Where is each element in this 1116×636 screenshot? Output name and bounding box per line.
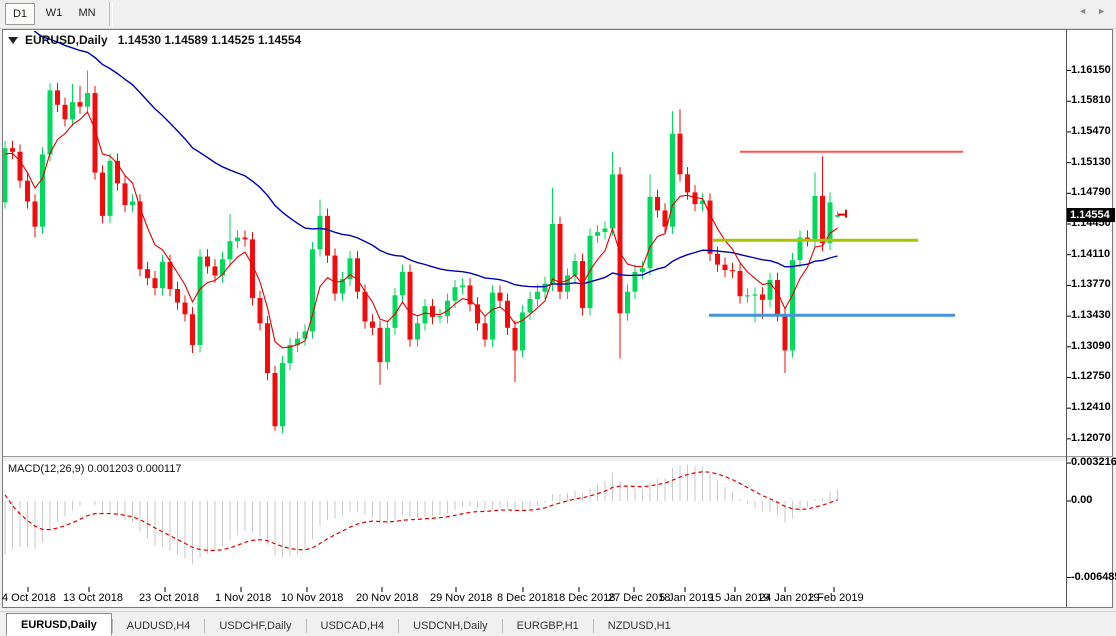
chart-tab-eurusd[interactable]: EURUSD,Daily	[6, 613, 112, 636]
chart-tab-usdcad[interactable]: USDCAD,H4	[307, 616, 399, 636]
price-axis-label: 1.12070	[1071, 431, 1111, 444]
price-axis-label: 1.13090	[1071, 339, 1111, 352]
tab-scroll-left-icon[interactable]: ◄	[1078, 6, 1087, 16]
chart-window	[2, 29, 1113, 608]
price-axis-label: 1.12750	[1071, 370, 1111, 383]
price-axis-label: 1.13430	[1071, 309, 1111, 322]
price-axis-label: 1.12410	[1071, 401, 1111, 414]
date-axis-label: 18 Dec 2018	[553, 592, 616, 604]
price-axis-label: 1.16150	[1071, 63, 1111, 76]
macd-axis-label: 0.003216	[1071, 456, 1116, 469]
date-axis-label: 1 Nov 2018	[215, 592, 272, 604]
date-axis-label: 2 Feb 2019	[808, 592, 864, 604]
ohlc-values: 1.14530 1.14589 1.14525 1.14554	[117, 33, 302, 47]
timeframe-buttons: D1 W1 MN	[0, 3, 101, 25]
price-axis-label: 1.14110	[1071, 247, 1111, 260]
date-axis-label: 23 Oct 2018	[139, 592, 199, 604]
price-axis-label: 1.15810	[1071, 94, 1111, 107]
date-axis-label: 5 Jan 2019	[659, 592, 714, 604]
date-axis-label: 10 Nov 2018	[281, 592, 344, 604]
chart-tab-audusd[interactable]: AUDUSD,H4	[113, 616, 205, 636]
symbol-label: EURUSD,Daily	[25, 33, 108, 47]
tabs-holder: EURUSD,Daily AUDUSD,H4 USDCHF,Daily USDCAD,…	[0, 613, 685, 636]
pane-splitter[interactable]	[3, 456, 1113, 462]
chart-tab-nzdusd[interactable]: NZDUSD,H1	[594, 616, 685, 636]
price-axis-label: 1.13770	[1071, 278, 1111, 291]
macd-indicator-label: MACD(12,26,9) 0.001203 0.000117	[8, 463, 182, 475]
toolbar-separator	[109, 2, 113, 26]
timeframe-button-w1[interactable]: W1	[40, 3, 68, 23]
date-axis-label: 4 Oct 2018	[2, 592, 56, 604]
price-axis-label: 1.15470	[1071, 124, 1111, 137]
timeframe-button-d1[interactable]: D1	[5, 3, 35, 25]
tab-scroll-right-icon[interactable]: ►	[1097, 6, 1106, 16]
symbol-dropdown-icon[interactable]	[8, 36, 18, 44]
chart-tab-usdchf[interactable]: USDCHF,Daily	[205, 616, 305, 636]
date-axis-label: 13 Oct 2018	[63, 592, 123, 604]
chart-tab-eurgbp[interactable]: EURGBP,H1	[503, 616, 593, 636]
price-axis-label: 1.15130	[1071, 155, 1111, 168]
current-price-badge: 1.14554	[1067, 207, 1115, 222]
date-axis-label: 29 Nov 2018	[430, 592, 493, 604]
chart-tab-usdcnh[interactable]: USDCNH,Daily	[399, 616, 502, 636]
timeframe-toolbar: D1 W1 MN	[0, 0, 1116, 29]
price-axis-line	[1066, 30, 1067, 607]
date-axis-label: 20 Nov 2018	[356, 592, 419, 604]
chart-tab-bar: EURUSD,Daily AUDUSD,H4 USDCHF,Daily USDCAD,…	[0, 611, 1116, 636]
chart-title: EURUSD,Daily 1.14530 1.14589 1.14525 1.1…	[8, 33, 301, 47]
price-axis-label: 1.14790	[1071, 186, 1111, 199]
macd-axis-label: 0.00	[1071, 494, 1093, 506]
tab-scroll-controls: ◄ ►	[1078, 6, 1106, 16]
timeframe-button-mn[interactable]: MN	[73, 3, 101, 23]
macd-axis-label: -0.006485	[1071, 570, 1116, 583]
date-axis-label: 8 Dec 2018	[497, 592, 554, 604]
